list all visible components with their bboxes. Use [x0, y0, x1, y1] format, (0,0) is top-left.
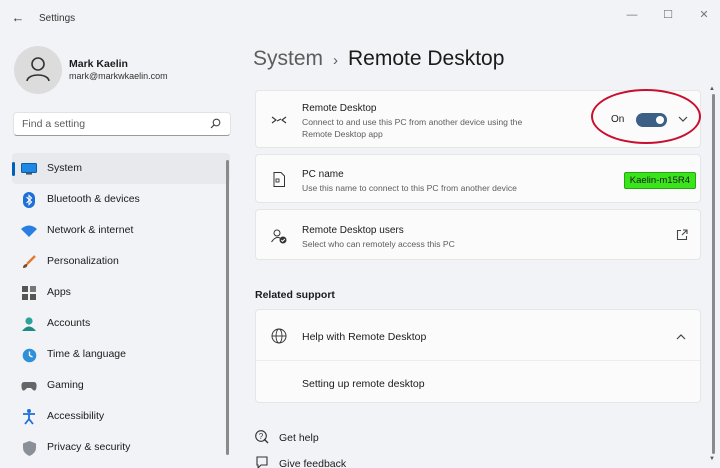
- apps-icon: [21, 285, 37, 301]
- svg-text:?: ?: [259, 432, 264, 441]
- globe-icon: [270, 327, 288, 345]
- pc-name-title: PC name: [302, 169, 344, 180]
- main-scrollbar[interactable]: [712, 94, 715, 454]
- toggle-knob: [656, 116, 664, 124]
- page-title: Remote Desktop: [348, 47, 505, 70]
- person-icon: [21, 316, 37, 332]
- close-icon[interactable]: ✕: [697, 8, 711, 22]
- remote-desktop-toggle[interactable]: [636, 113, 667, 127]
- remote-desktop-users-title: Remote Desktop users: [302, 225, 404, 236]
- pc-name-value: Kaelin-m15R4: [623, 172, 696, 189]
- search-icon: [210, 118, 221, 129]
- bluetooth-icon: [21, 192, 37, 208]
- title-bar: ← Settings — ☐ ✕: [0, 0, 720, 34]
- sidebar-item-label: Time & language: [47, 348, 126, 360]
- sidebar-item-label: Apps: [47, 286, 71, 298]
- pc-name-icon: [270, 170, 288, 188]
- globe-clock-icon: [21, 347, 37, 363]
- chevron-up-icon[interactable]: [676, 332, 686, 342]
- scroll-down-icon[interactable]: ▼: [709, 456, 715, 462]
- help-header[interactable]: Help with Remote Desktop: [256, 310, 700, 361]
- give-feedback-link[interactable]: Give feedback: [279, 458, 346, 468]
- users-icon: [270, 227, 288, 245]
- pc-name-card: PC name Use this name to connect to this…: [255, 154, 701, 203]
- chevron-down-icon[interactable]: [678, 114, 688, 124]
- active-indicator: [12, 162, 15, 176]
- toggle-state-label: On: [611, 114, 625, 125]
- accessibility-icon: [21, 409, 37, 425]
- brush-icon: [21, 254, 37, 270]
- feedback-icon: [256, 456, 268, 468]
- search-placeholder: Find a setting: [22, 118, 86, 130]
- sidebar-item-bluetooth[interactable]: Bluetooth & devices: [12, 184, 230, 215]
- shield-icon: [21, 440, 37, 456]
- setting-up-remote-desktop-link[interactable]: Setting up remote desktop: [302, 378, 425, 390]
- sidebar-item-accounts[interactable]: Accounts: [12, 308, 230, 339]
- remote-desktop-description: Connect to and use this PC from another …: [302, 117, 523, 139]
- external-link-icon[interactable]: [676, 229, 688, 241]
- sidebar-item-accessibility[interactable]: Accessibility: [12, 401, 230, 432]
- sidebar-item-privacy-security[interactable]: Privacy & security: [12, 432, 230, 463]
- help-title: Help with Remote Desktop: [302, 331, 427, 343]
- app-title: Settings: [39, 13, 76, 24]
- wifi-icon: [21, 223, 37, 239]
- sidebar-item-system[interactable]: System: [12, 153, 230, 184]
- settings-window: ← Settings — ☐ ✕ Mark Kaelin mark@markwk…: [0, 0, 720, 468]
- remote-desktop-title: Remote Desktop: [302, 103, 377, 114]
- remote-desktop-icon: [270, 111, 288, 129]
- sidebar-nav: System Bluetooth & devices Network & int…: [12, 153, 230, 463]
- remote-desktop-toggle-group: On: [611, 105, 691, 133]
- monitor-icon: [21, 161, 37, 177]
- minimize-icon[interactable]: —: [625, 8, 639, 22]
- sidebar-item-label: Accessibility: [47, 410, 105, 422]
- gamepad-icon: [21, 378, 37, 394]
- get-help-link[interactable]: Get help: [279, 432, 319, 444]
- sidebar-item-label: Gaming: [47, 379, 84, 391]
- sidebar-scrollbar[interactable]: [226, 160, 229, 455]
- user-name: Mark Kaelin: [69, 58, 128, 70]
- sidebar-item-network[interactable]: Network & internet: [12, 215, 230, 246]
- sidebar-item-label: System: [47, 162, 83, 174]
- search-input[interactable]: Find a setting: [13, 112, 231, 136]
- help-icon: ?: [255, 430, 269, 444]
- help-card: Help with Remote Desktop Setting up remo…: [255, 309, 701, 403]
- back-arrow-icon[interactable]: ←: [10, 10, 26, 26]
- scroll-up-icon[interactable]: ▲: [709, 86, 715, 92]
- person-icon: [26, 57, 50, 82]
- breadcrumb-parent[interactable]: System: [253, 47, 323, 71]
- remote-desktop-users-card[interactable]: Remote Desktop users Select who can remo…: [255, 209, 701, 260]
- sidebar-item-gaming[interactable]: Gaming: [12, 370, 230, 401]
- related-support-heading: Related support: [255, 289, 335, 301]
- sidebar-item-label: Accounts: [47, 317, 91, 329]
- sidebar-item-label: Bluetooth & devices: [47, 193, 140, 205]
- maximize-icon[interactable]: ☐: [661, 8, 675, 22]
- sidebar-item-time-language[interactable]: Time & language: [12, 339, 230, 370]
- sidebar-item-label: Personalization: [47, 255, 119, 267]
- sidebar-item-label: Privacy & security: [47, 441, 131, 453]
- pc-name-description: Use this name to connect to this PC from…: [302, 183, 517, 193]
- sidebar-item-apps[interactable]: Apps: [12, 277, 230, 308]
- remote-desktop-users-description: Select who can remotely access this PC: [302, 239, 455, 249]
- avatar[interactable]: [14, 46, 62, 94]
- breadcrumb-separator: ›: [333, 52, 339, 69]
- user-email: mark@markwkaelin.com: [69, 71, 168, 81]
- breadcrumb: System › Remote Desktop: [253, 47, 504, 71]
- sidebar-item-label: Network & internet: [47, 224, 134, 236]
- remote-desktop-card[interactable]: Remote Desktop Connect to and use this P…: [255, 90, 701, 148]
- sidebar-item-personalization[interactable]: Personalization: [12, 246, 230, 277]
